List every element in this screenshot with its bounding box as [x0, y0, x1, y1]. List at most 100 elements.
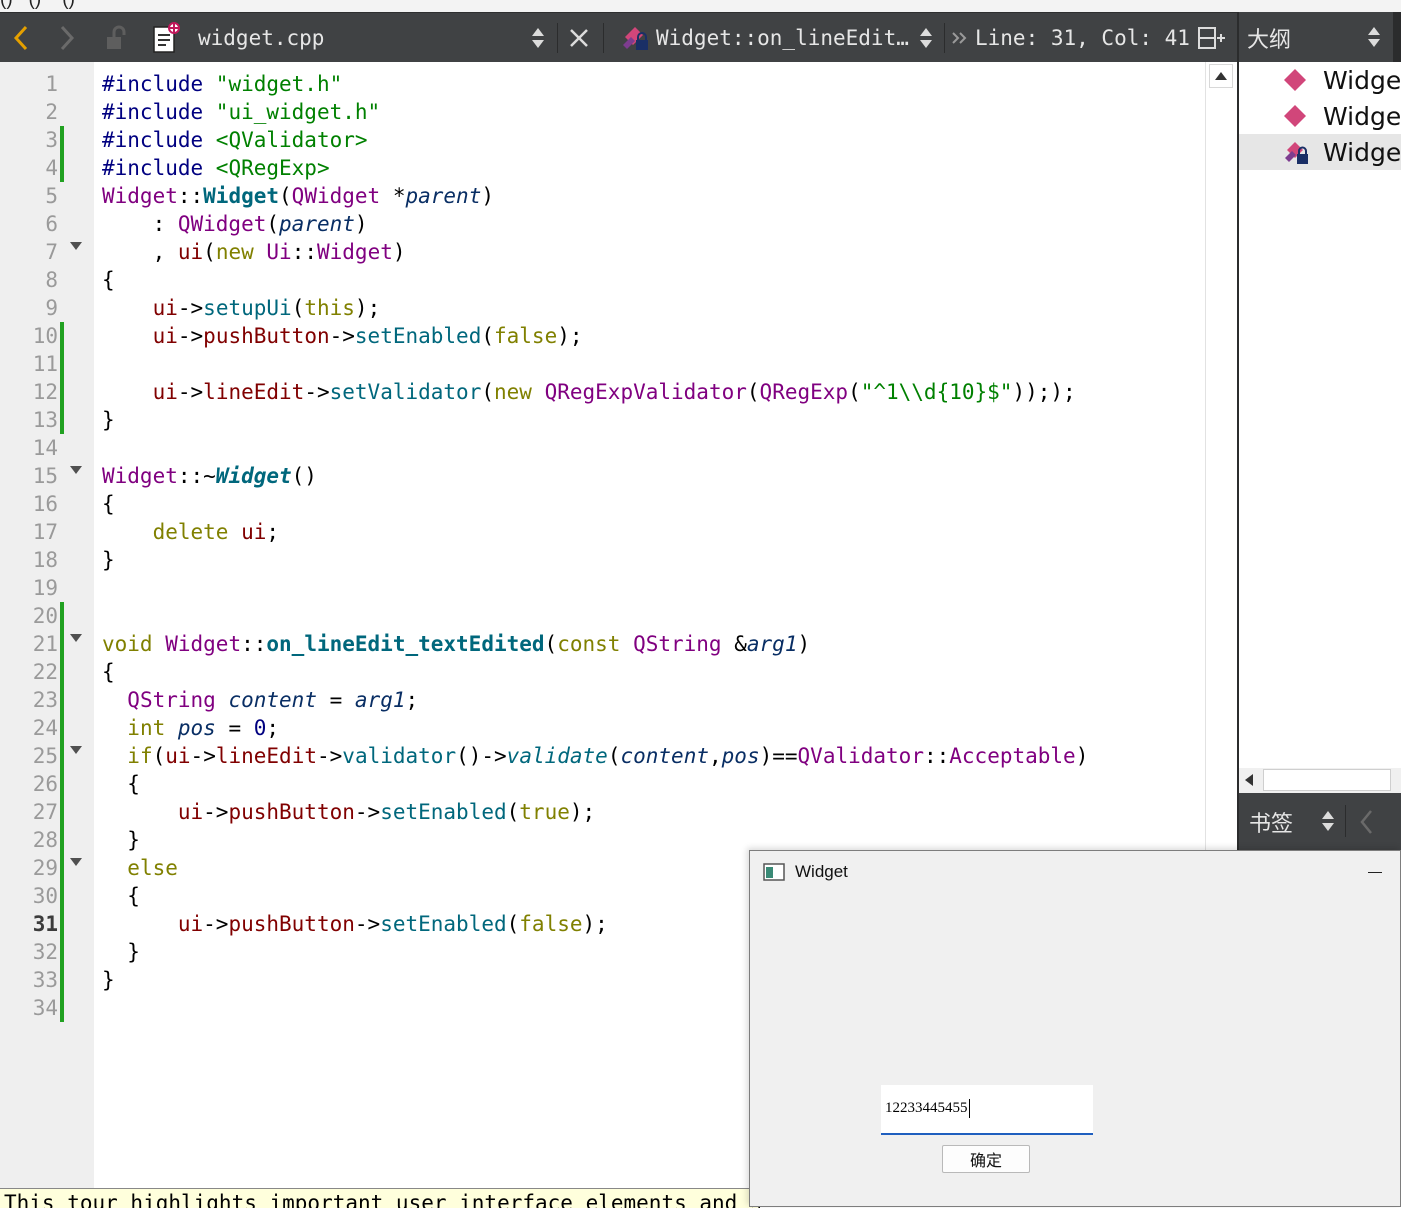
- outline-item-selected[interactable]: Widget: [1239, 134, 1401, 170]
- code-line[interactable]: {: [102, 266, 115, 294]
- code-line[interactable]: }: [102, 546, 115, 574]
- code-line[interactable]: #include <QRegExp>: [102, 154, 330, 182]
- code-token: lineEdit: [203, 380, 305, 404]
- fold-arrow-icon[interactable]: [70, 858, 82, 866]
- tour-tip-text: This tour highlights important user inte…: [4, 1191, 760, 1208]
- change-marker: [60, 322, 64, 350]
- code-line[interactable]: #include "widget.h": [102, 70, 342, 98]
- code-token: ->: [177, 296, 204, 320]
- scroll-up-button[interactable]: [1209, 64, 1233, 88]
- code-token: 0: [253, 716, 267, 740]
- cursor-position[interactable]: Line: 31, Col: 41: [975, 13, 1190, 63]
- code-line[interactable]: }: [102, 406, 115, 434]
- line-number: 27: [32, 800, 58, 824]
- back-button[interactable]: [8, 13, 34, 63]
- symbol-combo-arrows[interactable]: [916, 13, 936, 63]
- code-line[interactable]: , ui(new Ui::Widget): [102, 238, 406, 266]
- outline-item[interactable]: Widget: [1239, 98, 1401, 134]
- code-line[interactable]: else: [102, 854, 178, 882]
- code-token: ): [797, 632, 811, 656]
- code-token: (: [266, 212, 280, 236]
- change-marker: [60, 882, 64, 910]
- code-token: (: [607, 744, 621, 768]
- code-token: ->: [354, 912, 381, 936]
- code-line[interactable]: }: [102, 826, 140, 854]
- open-documents-combo[interactable]: widget.cpp: [198, 13, 518, 63]
- outline-item-label: Widget: [1323, 101, 1401, 131]
- code-line[interactable]: {: [102, 658, 115, 686]
- document-icon: [153, 22, 180, 53]
- code-token: void: [102, 632, 153, 656]
- symbol-combo[interactable]: Widget::on_lineEdit…: [656, 13, 912, 63]
- code-token: (: [481, 324, 494, 348]
- code-token: {: [102, 884, 140, 908]
- outline-item[interactable]: Widget: [1239, 62, 1401, 98]
- overflow-chevron-button[interactable]: [950, 13, 970, 63]
- updown-arrows-icon[interactable]: [1321, 809, 1335, 833]
- code-line[interactable]: {: [102, 490, 115, 518]
- code-line[interactable]: : QWidget(parent): [102, 210, 368, 238]
- updown-arrows-icon[interactable]: [1367, 25, 1381, 49]
- code-token: (: [848, 380, 861, 404]
- change-marker: [60, 630, 64, 658]
- code-line[interactable]: #include <QValidator>: [102, 126, 368, 154]
- fold-arrow-icon[interactable]: [70, 634, 82, 642]
- forward-button[interactable]: [54, 13, 80, 63]
- code-line[interactable]: {: [102, 770, 140, 798]
- phone-line-edit[interactable]: 12233445455: [881, 1085, 1093, 1135]
- code-token: content: [228, 688, 317, 712]
- code-token: pushButton: [203, 324, 330, 348]
- code-line[interactable]: ui->pushButton->setEnabled(false);: [102, 322, 583, 350]
- file-combo-arrows[interactable]: [528, 13, 548, 63]
- code-line[interactable]: ui->setupUi(this);: [102, 294, 381, 322]
- line-number-gutter: 1 2 3 4 5 6 7 8 9 10 11 12 13 14 15 16 17 18 19 20 21 22 23 24 2…: [0, 62, 94, 1188]
- close-document-button[interactable]: [566, 13, 592, 63]
- code-line[interactable]: ui->pushButton->setEnabled(false);: [102, 910, 608, 938]
- code-token: (: [279, 184, 292, 208]
- change-marker: [60, 826, 64, 854]
- fold-arrow-icon[interactable]: [70, 746, 82, 754]
- minimize-button[interactable]: [1360, 859, 1390, 885]
- code-token: pos: [721, 744, 760, 768]
- line-number: 6: [45, 212, 58, 236]
- code-token: QWidget: [177, 212, 267, 236]
- code-line[interactable]: void Widget::on_lineEdit_textEdited(cons…: [102, 630, 810, 658]
- line-number: 21: [32, 632, 58, 656]
- double-chevron-right-icon: [952, 32, 967, 44]
- scroll-left-icon[interactable]: [1243, 773, 1255, 787]
- code-token: ui: [152, 380, 178, 404]
- change-marker: [60, 378, 64, 406]
- code-line[interactable]: Widget::~Widget(): [102, 462, 317, 490]
- widget-titlebar[interactable]: Widget: [750, 851, 1400, 895]
- code-line[interactable]: Widget::Widget(QWidget *parent): [102, 182, 494, 210]
- outline-horizontal-scrollbar[interactable]: [1237, 768, 1401, 793]
- file-lock-button[interactable]: [102, 13, 132, 63]
- code-line[interactable]: int pos = 0;: [102, 714, 279, 742]
- outline-tree[interactable]: Widget Widget Widget: [1237, 62, 1401, 768]
- scroll-thumb[interactable]: [1263, 769, 1391, 791]
- code-line[interactable]: if(ui->lineEdit->validator()->validate(c…: [102, 742, 1088, 770]
- code-token: pushButton: [228, 912, 355, 936]
- code-token: }: [102, 408, 115, 432]
- chevron-left-icon[interactable]: [1359, 809, 1373, 835]
- code-token: this: [304, 296, 355, 320]
- code-line[interactable]: ui->lineEdit->setValidator(new QRegExpVa…: [102, 378, 1076, 406]
- code-token: =: [316, 688, 355, 712]
- code-line[interactable]: QString content = arg1;: [102, 686, 418, 714]
- split-button[interactable]: [1196, 13, 1228, 63]
- fold-arrow-icon[interactable]: [70, 242, 82, 250]
- code-line[interactable]: {: [102, 882, 140, 910]
- fold-arrow-icon[interactable]: [70, 466, 82, 474]
- confirm-button[interactable]: 确定: [942, 1145, 1030, 1173]
- file-name-label: widget.cpp: [198, 26, 325, 50]
- code-token: ui: [177, 912, 204, 936]
- change-marker: [60, 994, 64, 1022]
- code-line[interactable]: ui->pushButton->setEnabled(true);: [102, 798, 595, 826]
- code-token: setEnabled: [380, 800, 507, 824]
- code-line[interactable]: }: [102, 938, 140, 966]
- code-line[interactable]: #include "ui_widget.h": [102, 98, 380, 126]
- code-line[interactable]: }: [102, 966, 115, 994]
- code-line[interactable]: delete ui;: [102, 518, 279, 546]
